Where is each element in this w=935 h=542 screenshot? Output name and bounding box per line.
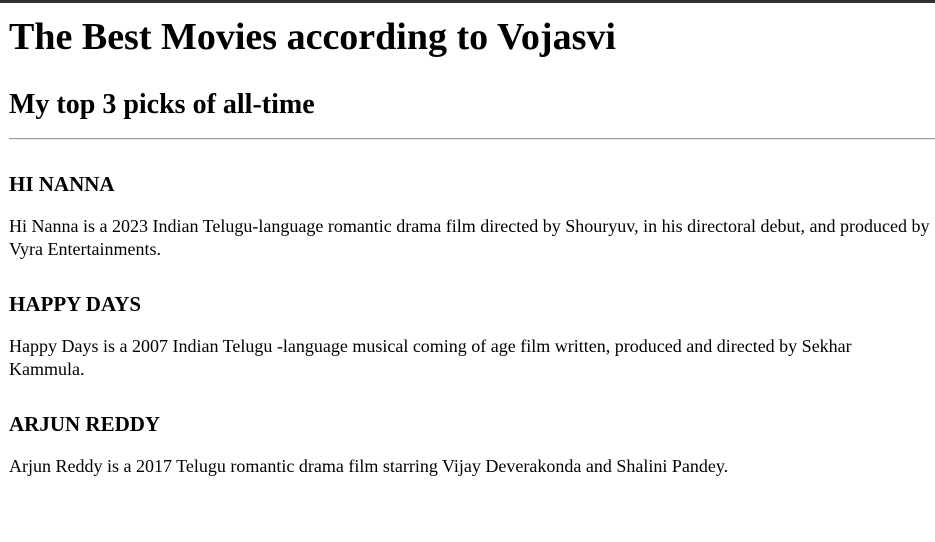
movie-description: Hi Nanna is a 2023 Indian Telugu-languag… <box>9 216 930 259</box>
movie-entry-happy-days: HAPPY DAYS Happy Days is a 2007 Indian T… <box>9 291 931 381</box>
divider <box>9 138 935 140</box>
movie-description: Happy Days is a 2007 Indian Telugu -lang… <box>9 336 852 379</box>
movie-title: HI NANNA <box>9 172 115 196</box>
page-title: The Best Movies according to Vojasvi <box>9 16 616 58</box>
movie-title: ARJUN REDDY <box>9 412 161 436</box>
window-top-border <box>0 0 935 3</box>
movie-entry-arjun-reddy: ARJUN REDDY Arjun Reddy is a 2017 Telugu… <box>9 411 931 478</box>
movie-entry-hi-nanna: HI NANNA Hi Nanna is a 2023 Indian Telug… <box>9 171 931 261</box>
page-subtitle: My top 3 picks of all-time <box>9 89 315 120</box>
movie-description: Arjun Reddy is a 2017 Telugu romantic dr… <box>9 456 729 476</box>
movie-title: HAPPY DAYS <box>9 292 142 316</box>
